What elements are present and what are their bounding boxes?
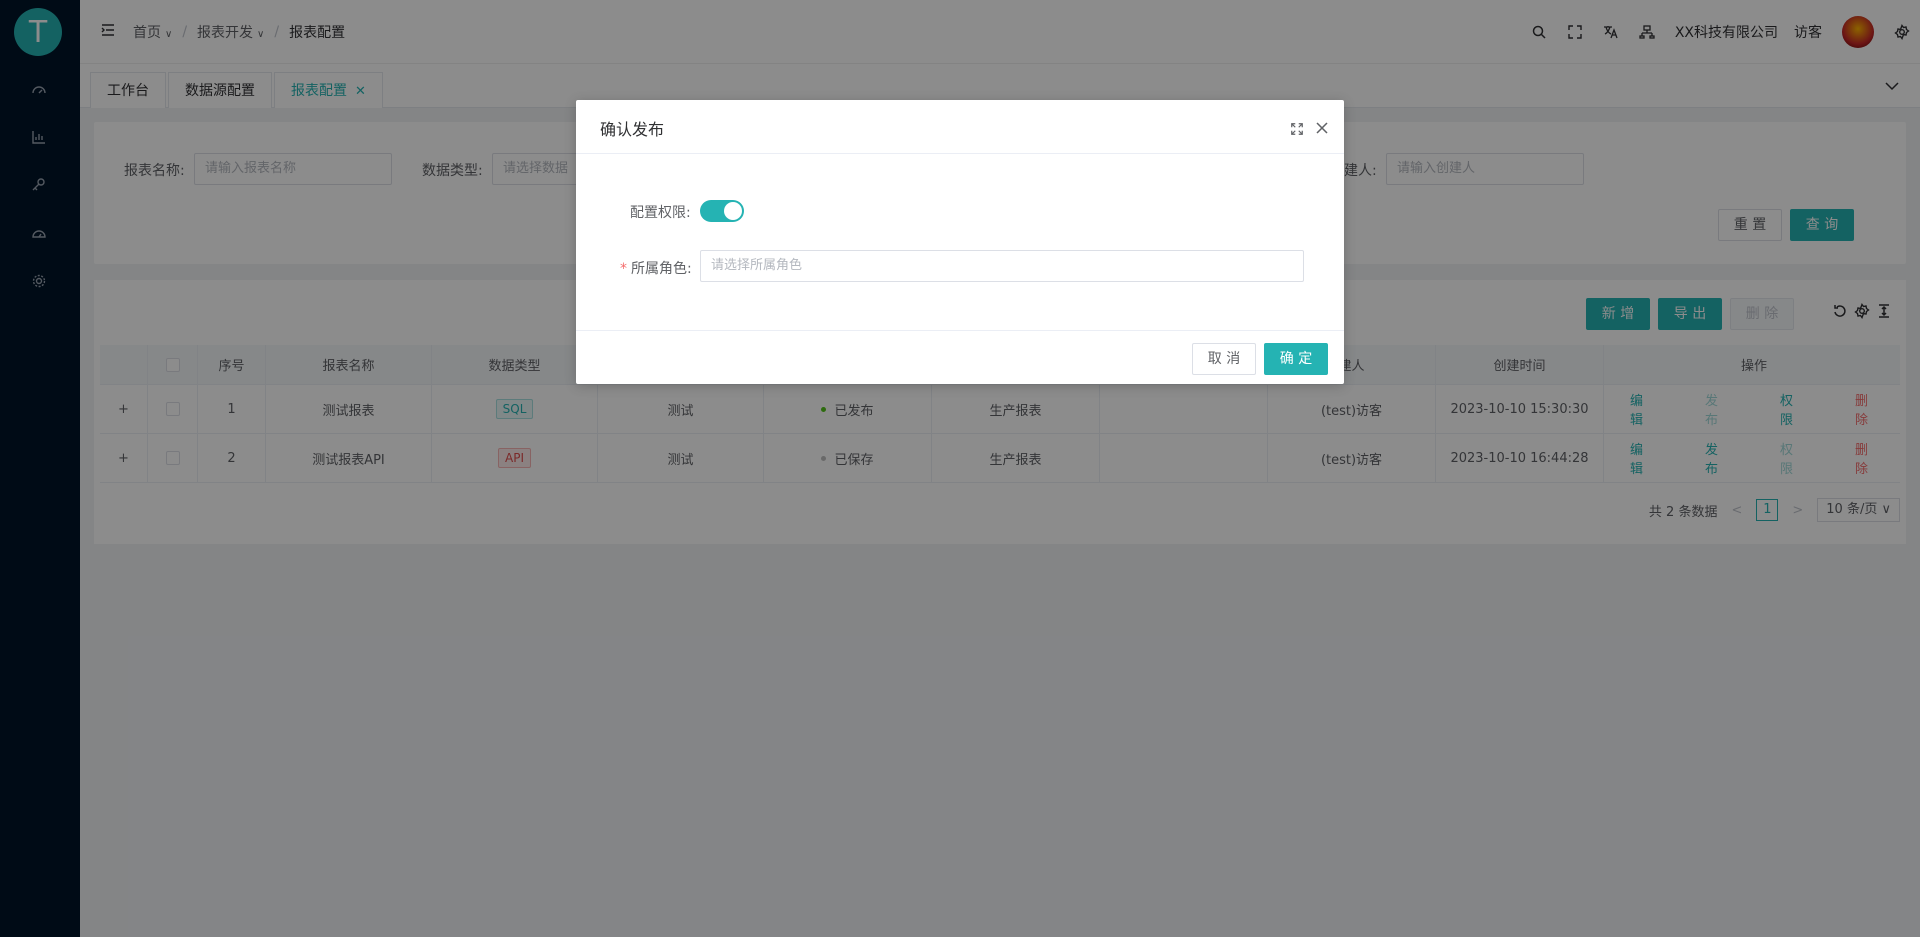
confirm-button[interactable]: 确 定 xyxy=(1264,343,1328,375)
close-icon[interactable] xyxy=(1314,120,1330,136)
publish-dialog: 确认发布 配置权限: * 所属角色: 请选择所属角色 取 消 确 定 xyxy=(576,100,1344,384)
cancel-button[interactable]: 取 消 xyxy=(1192,343,1256,375)
role-select[interactable]: 请选择所属角色 xyxy=(700,250,1304,282)
permission-label: 配置权限: xyxy=(630,205,691,221)
dialog-footer: 取 消 确 定 xyxy=(576,330,1344,384)
dialog-title: 确认发布 xyxy=(600,120,665,139)
expand-icon[interactable] xyxy=(1290,122,1304,136)
role-label: * 所属角色: xyxy=(620,261,692,277)
permission-switch[interactable] xyxy=(700,200,744,222)
dialog-header: 确认发布 xyxy=(576,100,1344,154)
required-mark: * xyxy=(620,261,627,277)
switch-knob xyxy=(724,202,742,220)
